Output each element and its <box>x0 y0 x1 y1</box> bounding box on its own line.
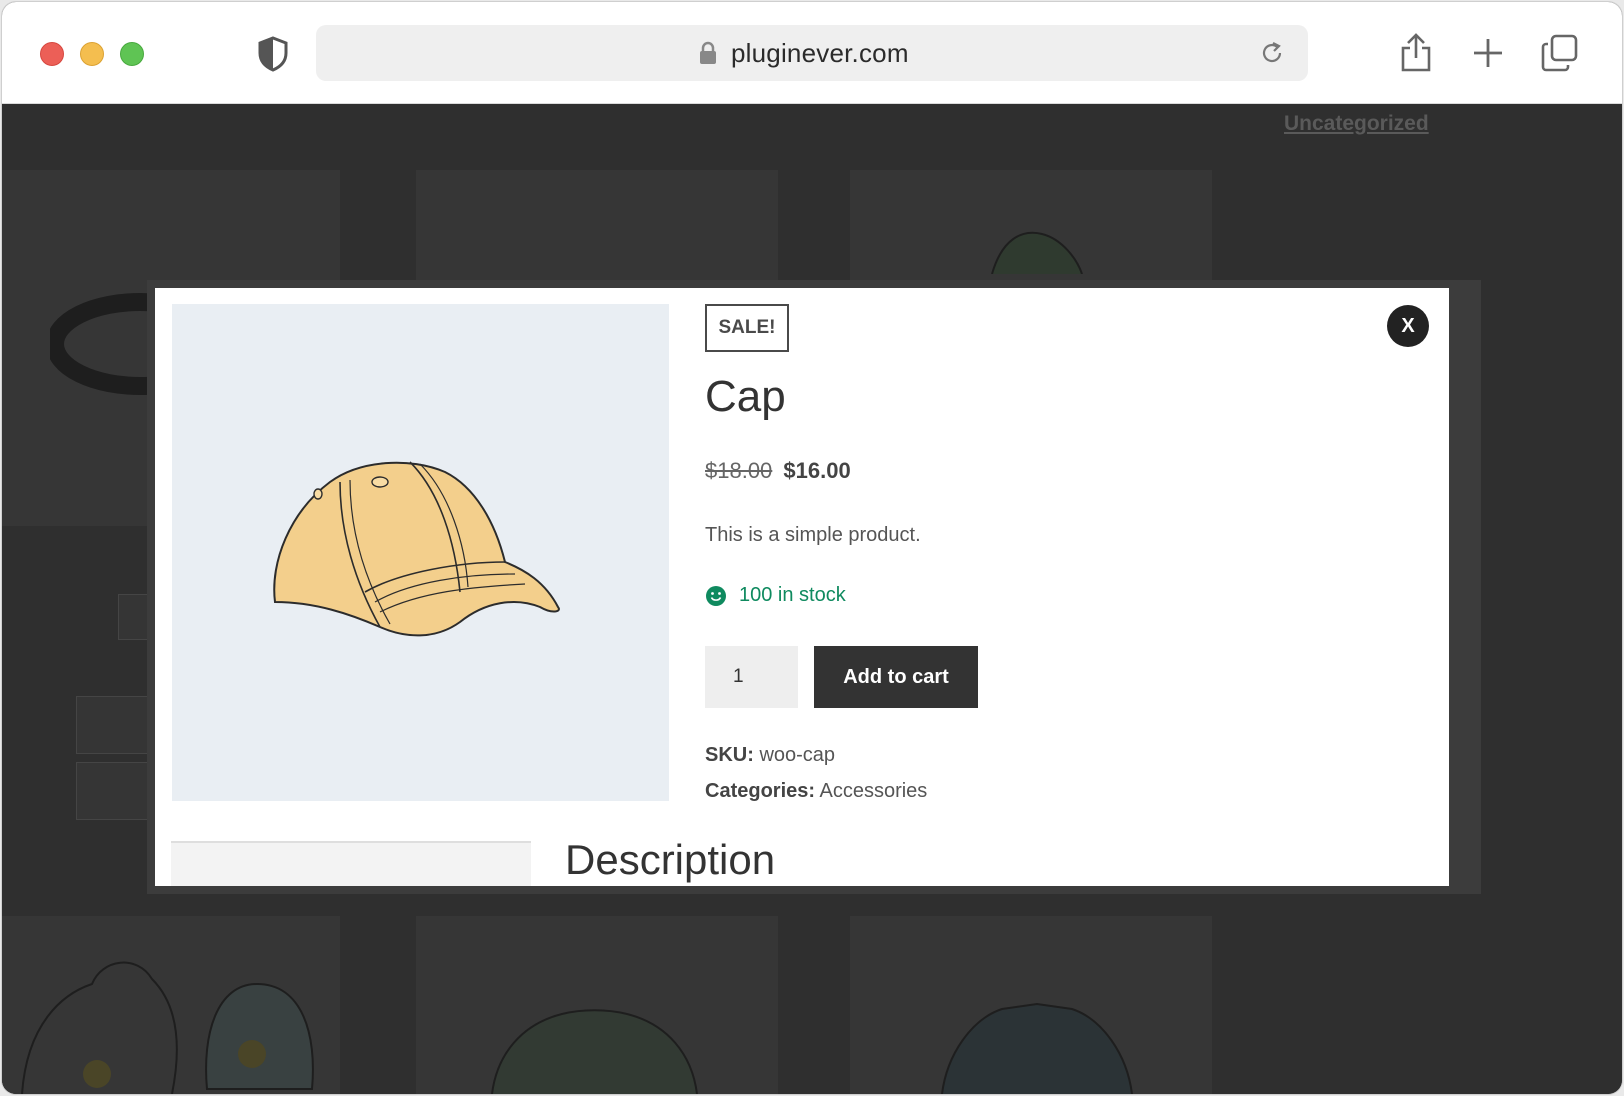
stock-text: 100 in stock <box>739 584 846 606</box>
sku-value: woo-cap <box>759 744 836 766</box>
reload-icon[interactable] <box>1258 39 1286 67</box>
hat-image <box>991 231 1083 274</box>
description-tab[interactable] <box>171 841 531 886</box>
lock-icon <box>700 41 716 64</box>
stock-status: 100 in stock <box>705 584 846 607</box>
product-sku: SKU: woo-cap <box>705 744 835 767</box>
smiley-icon <box>706 585 726 606</box>
plus-icon[interactable] <box>1468 32 1508 74</box>
hoodie-beanie-image <box>21 961 314 1094</box>
tabs-overview-icon[interactable] <box>1540 32 1580 74</box>
sale-badge: SALE! <box>705 304 789 352</box>
browser-window: pluginever.com Uncategorized SALE! X Cap… <box>2 2 1622 1094</box>
uncategorized-link[interactable]: Uncategorized <box>1284 112 1429 136</box>
sku-label: SKU: <box>705 744 754 766</box>
product-title: Cap <box>705 372 786 421</box>
short-description: This is a simple product. <box>705 524 921 546</box>
minimize-window-button[interactable] <box>80 42 104 66</box>
categories-label: Categories: <box>705 780 816 802</box>
description-heading: Description <box>565 836 776 883</box>
quantity-input[interactable] <box>705 646 798 708</box>
modal-content: SALE! X Cap $18.00 $16.00 This is a simp… <box>155 288 1449 886</box>
polo-image <box>941 1002 1133 1094</box>
privacy-shield-icon[interactable] <box>257 36 289 72</box>
background-quick-view-button[interactable] <box>76 696 156 754</box>
close-window-button[interactable] <box>40 42 64 66</box>
quick-view-modal: SALE! X Cap $18.00 $16.00 This is a simp… <box>147 280 1481 894</box>
cap-image <box>273 461 560 637</box>
zoom-window-button[interactable] <box>120 42 144 66</box>
category-link-accessories[interactable]: Accessories <box>819 780 927 802</box>
address-bar[interactable]: pluginever.com <box>316 25 1308 81</box>
shirt-image <box>491 1009 698 1094</box>
product-image[interactable] <box>172 304 669 801</box>
sale-price: $16.00 <box>783 458 851 483</box>
belt-image <box>50 293 150 395</box>
url-text: pluginever.com <box>731 38 909 68</box>
close-modal-button[interactable]: X <box>1387 305 1429 347</box>
browser-toolbar: pluginever.com <box>2 2 1622 104</box>
product-price: $18.00 $16.00 <box>705 458 851 484</box>
background-read-more-button[interactable] <box>76 762 156 820</box>
add-to-cart-button[interactable]: Add to cart <box>814 646 978 708</box>
product-categories: Categories: Accessories <box>705 780 927 803</box>
share-icon[interactable] <box>1396 32 1436 74</box>
original-price: $18.00 <box>705 458 773 483</box>
